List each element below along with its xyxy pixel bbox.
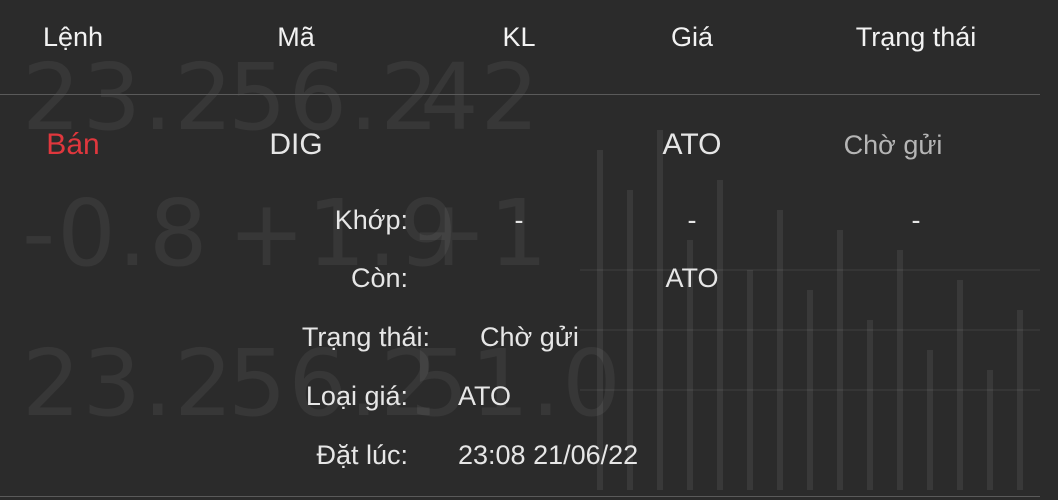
- header-order: Lệnh: [42, 22, 104, 52]
- detail-status-value: Chờ gửi: [480, 322, 579, 352]
- remaining-label: Còn:: [350, 263, 408, 293]
- bg-ticker-number: -0.8: [22, 180, 210, 287]
- bg-chart-bars-icon: [580, 130, 1040, 490]
- matched-quantity: -: [514, 205, 524, 235]
- matched-status: -: [911, 205, 921, 235]
- matched-price: -: [687, 205, 697, 235]
- header-status: Trạng thái: [855, 22, 977, 52]
- order-symbol: DIG: [269, 128, 323, 161]
- header-divider: [0, 94, 1040, 95]
- bg-ticker-number: +1: [410, 180, 550, 287]
- orders-table-header: Lệnh Mã KL Giá Trạng thái: [0, 0, 1040, 94]
- placed-at-value: 23:08 21/06/22: [458, 440, 639, 470]
- order-price: ATO: [662, 128, 722, 161]
- header-quantity: KL: [502, 22, 536, 52]
- detail-status-label: Trạng thái:: [301, 322, 430, 352]
- remaining-price: ATO: [665, 263, 719, 293]
- header-price: Giá: [670, 22, 714, 52]
- placed-at-label: Đặt lúc:: [316, 440, 408, 470]
- bg-ticker-number: 23.2: [22, 330, 235, 437]
- header-symbol: Mã: [277, 22, 315, 52]
- order-status: Chờ gửi: [843, 130, 943, 160]
- price-type-label: Loại giá:: [305, 381, 408, 411]
- row-divider: [0, 496, 1040, 497]
- matched-label: Khớp:: [334, 205, 408, 235]
- order-side: Bán: [46, 128, 100, 161]
- price-type-value: ATO: [458, 381, 512, 411]
